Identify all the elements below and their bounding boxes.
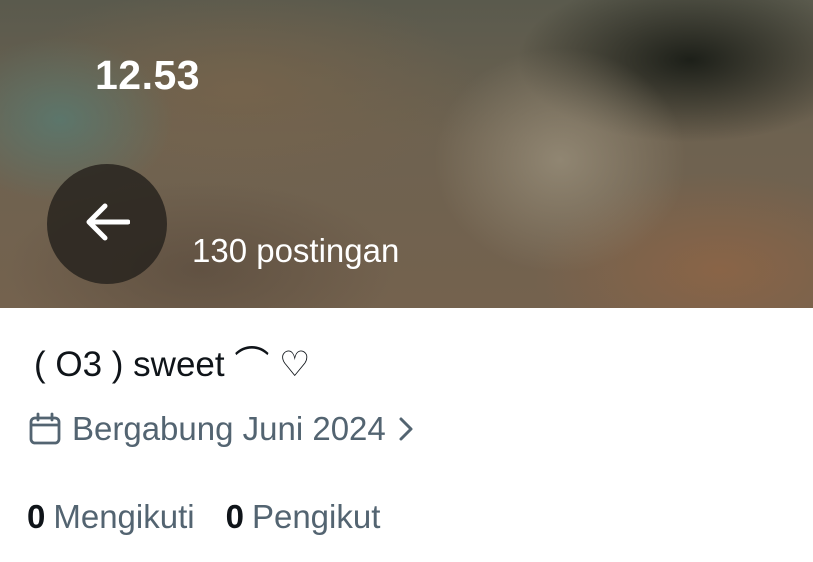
calendar-icon [28, 412, 62, 446]
joined-date-row[interactable]: Bergabung Juni 2024 [28, 410, 416, 448]
profile-banner: 12.53 130 postingan [0, 0, 813, 308]
back-button[interactable] [47, 164, 167, 284]
display-name: ( O3 ) sweet ⌒ ♡ [34, 345, 311, 384]
followers-count: 0 [225, 498, 244, 535]
following-link[interactable]: 0 Mengikuti [27, 498, 195, 536]
following-count: 0 [27, 498, 46, 535]
followers-link[interactable]: 0 Pengikut [226, 498, 381, 536]
arrow-left-icon [84, 202, 131, 247]
follow-stats: 0 Mengikuti 0 Pengikut [27, 498, 380, 536]
following-label: Mengikuti [53, 498, 195, 535]
joined-date-text: Bergabung Juni 2024 [72, 410, 386, 447]
followers-label: Pengikut [251, 498, 381, 535]
post-count: 130 postingan [192, 232, 400, 269]
status-bar-time: 12.53 [95, 52, 201, 98]
chevron-right-icon [396, 415, 416, 443]
